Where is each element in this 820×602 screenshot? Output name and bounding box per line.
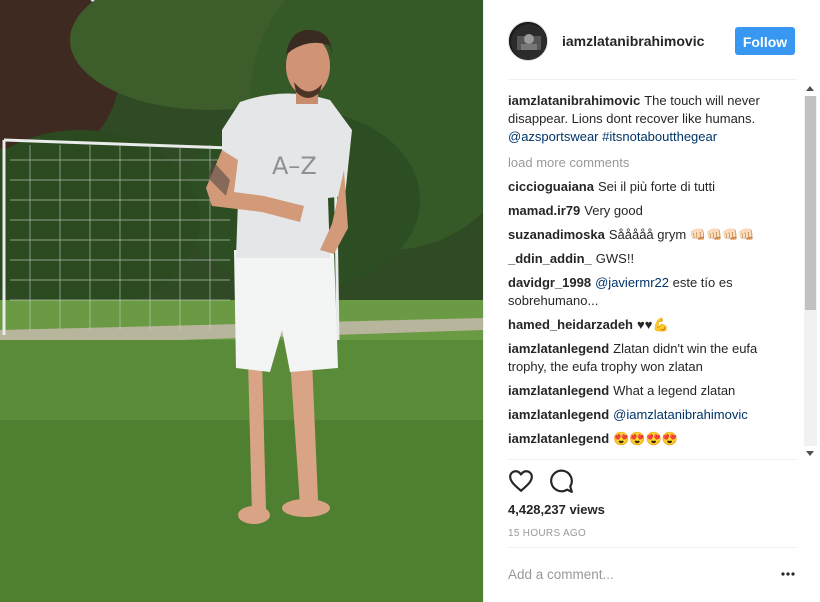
- scroll-thumb[interactable]: [805, 96, 816, 310]
- caption-username[interactable]: iamzlatanibrahimovic: [508, 93, 640, 108]
- post-header: iamzlatanibrahimovic Follow: [484, 0, 820, 80]
- caption-mention[interactable]: @azsportswear: [508, 129, 599, 144]
- username[interactable]: iamzlatanibrahimovic: [562, 33, 704, 49]
- shirt-text: A–Z: [272, 152, 317, 180]
- comment-username[interactable]: iamzlatanlegend: [508, 407, 609, 422]
- comment-username[interactable]: hamed_heidarzadeh: [508, 317, 633, 332]
- comment-bubble-icon-graphic: [550, 469, 573, 493]
- comment-item: iamzlatanlegend Zlatan didn't win the euf…: [508, 340, 798, 376]
- more-options-icon-graphic: [781, 572, 795, 576]
- post-actions: [508, 468, 608, 496]
- comment-text: Sei il più forte di tutti: [597, 179, 716, 194]
- divider: [508, 459, 797, 460]
- caption-hashtag[interactable]: #itsnotaboutthegear: [602, 129, 717, 144]
- comment-text: ♥♥💪: [637, 317, 669, 332]
- comment-text: Very good: [584, 203, 643, 218]
- follow-button[interactable]: Follow: [735, 27, 795, 55]
- comment-mention[interactable]: @javiermr22: [595, 275, 669, 290]
- comment-username[interactable]: iamzlatanlegend: [508, 383, 609, 398]
- comment-item: suzanadimoska Sååååå grym 👊🏻👊🏻👊🏻👊🏻: [508, 226, 798, 244]
- avatar[interactable]: [508, 21, 548, 61]
- comment-item: hamed_heidarzadeh ♥♥💪: [508, 316, 798, 334]
- comment-item: davidgr_1998 @javiermr22 este tío es sobr…: [508, 274, 798, 310]
- view-count: 4,428,237 views: [508, 502, 605, 517]
- scroll-up-arrow-icon[interactable]: [806, 86, 814, 91]
- comment-item: iamzlatanlegend @iamzlatanibrahimovic: [508, 406, 798, 424]
- comments-scrollbar[interactable]: [804, 84, 817, 458]
- comment-text: What a legend zlatan: [613, 383, 736, 398]
- load-more-comments-link[interactable]: load more comments: [508, 154, 798, 172]
- post-timestamp[interactable]: 15 HOURS AGO: [508, 528, 586, 539]
- avatar-image: [509, 22, 547, 60]
- comment-text: Sååååå grym 👊🏻👊🏻👊🏻👊🏻: [608, 227, 755, 242]
- video-frame: A–Z: [0, 0, 483, 602]
- comment-item: _ddin_addin_ GWS!!: [508, 250, 798, 268]
- comment-username[interactable]: _ddin_addin_: [508, 251, 592, 266]
- comment-item: iamzlatanlegend 😍😍😍😍: [508, 430, 798, 448]
- comment-username[interactable]: iamzlatanlegend: [508, 341, 609, 356]
- comment-item: iamzlatanlegend What a legend zlatan: [508, 382, 798, 400]
- comment-username[interactable]: mamad.ir79: [508, 203, 580, 218]
- scroll-track[interactable]: [804, 96, 817, 446]
- caption: iamzlatanibrahimovic The touch will never…: [508, 92, 798, 146]
- heart-icon-graphic: [509, 470, 533, 492]
- comment-item: ciccioguaiana Sei il più forte di tutti: [508, 178, 798, 196]
- divider: [508, 547, 797, 548]
- comment-username[interactable]: suzanadimoska: [508, 227, 605, 242]
- comments-list[interactable]: iamzlatanibrahimovic The touch will never…: [508, 92, 798, 454]
- comment-username[interactable]: ciccioguaiana: [508, 179, 594, 194]
- scroll-down-arrow-icon[interactable]: [806, 451, 814, 456]
- heart-icon[interactable]: [508, 468, 534, 494]
- divider: [508, 79, 797, 80]
- more-options-icon[interactable]: [780, 566, 796, 582]
- add-comment-input[interactable]: [508, 562, 768, 586]
- comment-text: 😍😍😍😍: [613, 431, 678, 446]
- comment-username[interactable]: davidgr_1998: [508, 275, 591, 290]
- comment-mention[interactable]: @iamzlatanibrahimovic: [613, 407, 748, 422]
- post-details-panel: iamzlatanibrahimovic Follow iamzlatanibr…: [483, 0, 820, 602]
- comment-text: GWS!!: [595, 251, 635, 266]
- comment-item: mamad.ir79 Very good: [508, 202, 798, 220]
- comment-bubble-icon[interactable]: [548, 468, 574, 494]
- post-video[interactable]: A–Z: [0, 0, 483, 602]
- comment-username[interactable]: iamzlatanlegend: [508, 431, 609, 446]
